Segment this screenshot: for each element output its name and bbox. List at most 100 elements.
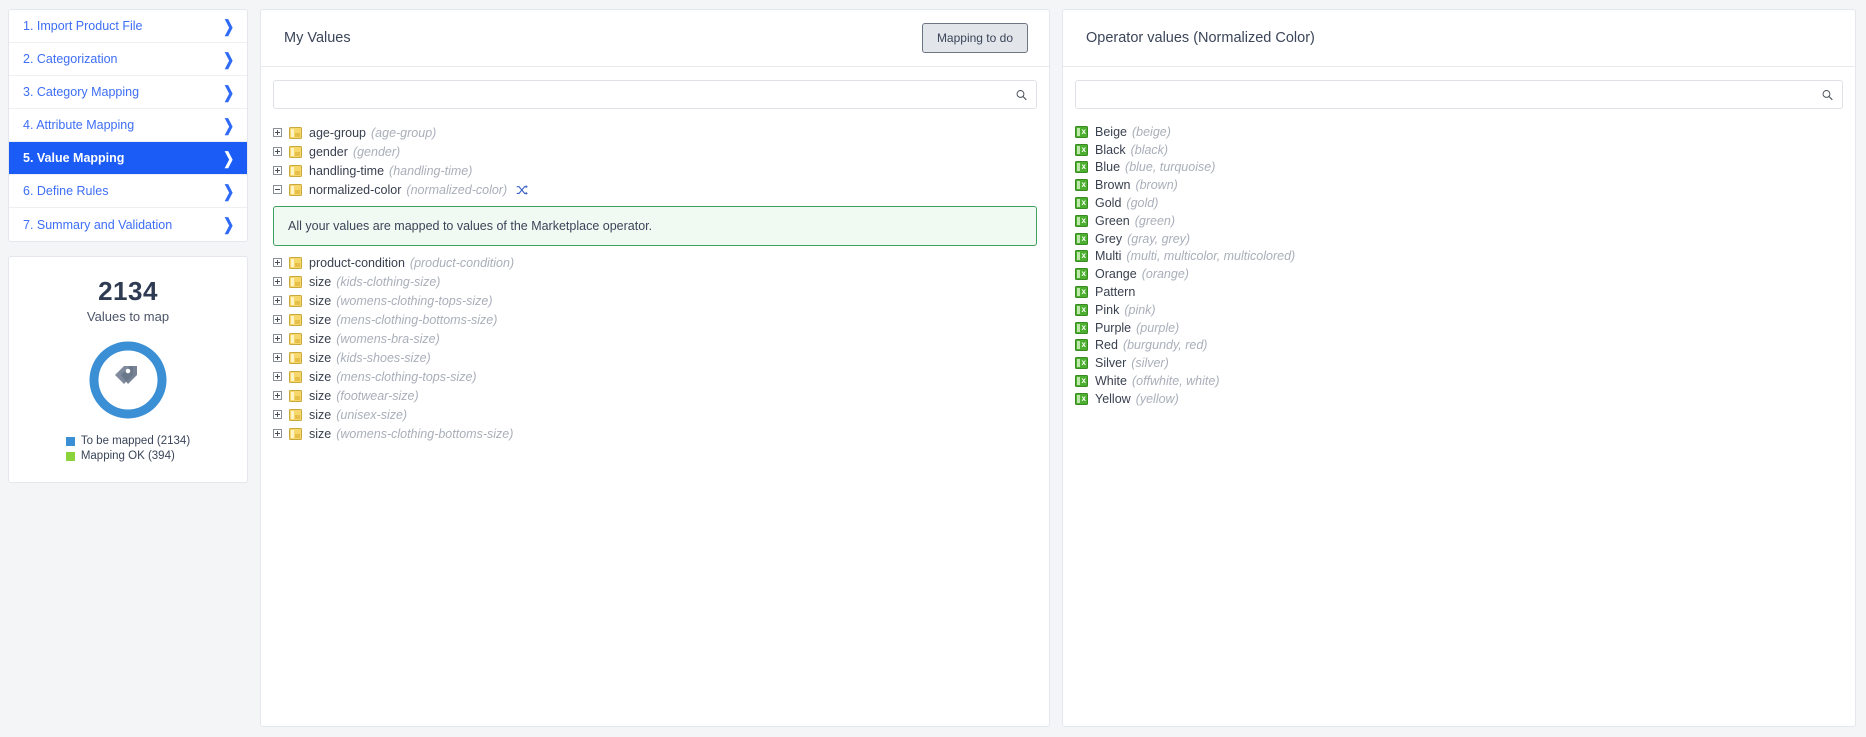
expand-toggle-icon[interactable] [273,166,282,175]
mapping-donut-chart [86,338,170,422]
value-tree-row[interactable]: size (womens-bra-size) [273,329,1037,348]
expand-toggle-icon[interactable] [273,410,282,419]
wizard-step-label: 2. Categorization [23,52,118,66]
operator-value-row[interactable]: Blue (blue, turquoise) [1075,159,1843,177]
operator-value-row[interactable]: Beige (beige) [1075,123,1843,141]
operator-value-row[interactable]: White (offwhite, white) [1075,372,1843,390]
value-tree-row[interactable]: size (womens-clothing-tops-size) [273,291,1037,310]
value-tree-row[interactable]: size (womens-clothing-bottoms-size) [273,424,1037,443]
operator-value-name: Beige [1095,124,1127,139]
my-values-search-box[interactable] [273,80,1037,109]
expand-toggle-icon[interactable] [273,277,282,286]
operator-value-row[interactable]: Brown (brown) [1075,176,1843,194]
operator-value-name: Blue [1095,160,1121,175]
my-values-panel: My Values Mapping to do age-group (age-gr… [260,9,1050,727]
value-tree-row[interactable]: size (unisex-size) [273,405,1037,424]
operator-values-search-zone [1063,67,1855,109]
value-tree-name: size [309,312,332,327]
operator-value-alias: (offwhite, white) [1131,374,1220,389]
legend-item-0: To be mapped (2134) [65,434,191,449]
value-tree-row[interactable]: size (kids-clothing-size) [273,272,1037,291]
chevron-right-icon: ❯ [223,16,234,36]
operator-value-row[interactable]: Purple (purple) [1075,319,1843,337]
expand-toggle-icon[interactable] [273,296,282,305]
value-tree-name: size [309,426,332,441]
attribute-folder-icon [289,408,302,421]
operator-value-row[interactable]: Gold (gold) [1075,194,1843,212]
value-tree-code: (footwear-size) [336,388,419,403]
operator-value-badge-icon [1075,303,1088,316]
value-tree-row[interactable]: normalized-color (normalized-color) [273,180,1037,199]
my-values-search-input[interactable] [274,81,1036,108]
expand-toggle-icon[interactable] [273,147,282,156]
value-tree-row[interactable]: size (mens-clothing-tops-size) [273,367,1037,386]
expand-toggle-icon[interactable] [273,128,282,137]
operator-value-row[interactable]: Silver (silver) [1075,354,1843,372]
operator-value-row[interactable]: Green (green) [1075,212,1843,230]
collapse-toggle-icon[interactable] [273,185,282,194]
value-tree-row[interactable]: size (mens-clothing-bottoms-size) [273,310,1037,329]
operator-value-row[interactable]: Orange (orange) [1075,265,1843,283]
operator-value-alias: (gold) [1126,196,1159,211]
expand-toggle-icon[interactable] [273,334,282,343]
expand-toggle-icon[interactable] [273,315,282,324]
operator-value-alias: (orange) [1141,267,1189,282]
attribute-folder-icon [289,164,302,177]
operator-value-alias: (purple) [1136,320,1180,335]
operator-value-alias: (beige) [1131,124,1171,139]
expand-toggle-icon[interactable] [273,353,282,362]
wizard-step-5[interactable]: 5. Value Mapping ❯ [9,142,247,175]
value-tree-row[interactable]: age-group (age-group) [273,123,1037,142]
operator-value-row[interactable]: Black (black) [1075,141,1843,159]
expand-toggle-icon[interactable] [273,372,282,381]
value-tree-row[interactable]: product-condition (product-condition) [273,253,1037,272]
operator-value-row[interactable]: Red (burgundy, red) [1075,337,1843,355]
attribute-folder-icon [289,145,302,158]
value-tree-row[interactable]: gender (gender) [273,142,1037,161]
operator-value-alias: (yellow) [1135,391,1179,406]
legend-label: To be mapped (2134) [80,434,191,447]
expand-toggle-icon[interactable] [273,391,282,400]
operator-values-search-input[interactable] [1076,81,1842,108]
chevron-right-icon: ❯ [223,49,234,69]
shuffle-icon[interactable] [516,184,528,196]
wizard-step-7[interactable]: 7. Summary and Validation ❯ [9,208,247,241]
value-tree-row[interactable]: size (footwear-size) [273,386,1037,405]
value-tree-row[interactable]: handling-time (handling-time) [273,161,1037,180]
value-tree-code: (unisex-size) [336,407,408,422]
operator-values-search-box[interactable] [1075,80,1843,109]
operator-value-row[interactable]: Grey (gray, grey) [1075,230,1843,248]
mapping-to-do-button[interactable]: Mapping to do [921,23,1028,53]
donut-svg [89,341,167,419]
operator-value-row[interactable]: Multi (multi, multicolor, multicolored) [1075,248,1843,266]
value-tree-row[interactable]: size (kids-shoes-size) [273,348,1037,367]
operator-value-alias: (black) [1130,142,1169,157]
operator-value-badge-icon [1075,339,1088,352]
value-tree-code: (mens-clothing-bottoms-size) [336,312,498,327]
value-tree-code: (kids-shoes-size) [336,350,431,365]
attribute-folder-icon [289,389,302,402]
operator-value-row[interactable]: Yellow (yellow) [1075,390,1843,408]
operator-value-row[interactable]: Pattern [1075,283,1843,301]
operator-value-badge-icon [1075,321,1088,334]
operator-value-badge-icon [1075,268,1088,281]
wizard-step-2[interactable]: 2. Categorization ❯ [9,43,247,76]
operator-value-alias: (green) [1134,213,1176,228]
operator-values-panel: Operator values (Normalized Color) Beige… [1062,9,1856,727]
operator-value-name: Pink [1095,302,1120,317]
attribute-folder-icon [289,370,302,383]
value-tree-name: normalized-color [309,182,402,197]
value-tree-code: (age-group) [371,125,437,140]
wizard-step-1[interactable]: 1. Import Product File ❯ [9,10,247,43]
operator-value-badge-icon [1075,161,1088,174]
wizard-step-3[interactable]: 3. Category Mapping ❯ [9,76,247,109]
wizard-step-4[interactable]: 4. Attribute Mapping ❯ [9,109,247,142]
operator-value-badge-icon [1075,143,1088,156]
legend-swatch [65,436,75,446]
wizard-step-label: 7. Summary and Validation [23,217,173,232]
wizard-step-6[interactable]: 6. Define Rules ❯ [9,175,247,208]
expand-toggle-icon[interactable] [273,258,282,267]
expand-toggle-icon[interactable] [273,429,282,438]
operator-value-row[interactable]: Pink (pink) [1075,301,1843,319]
value-tree-name: size [309,369,332,384]
